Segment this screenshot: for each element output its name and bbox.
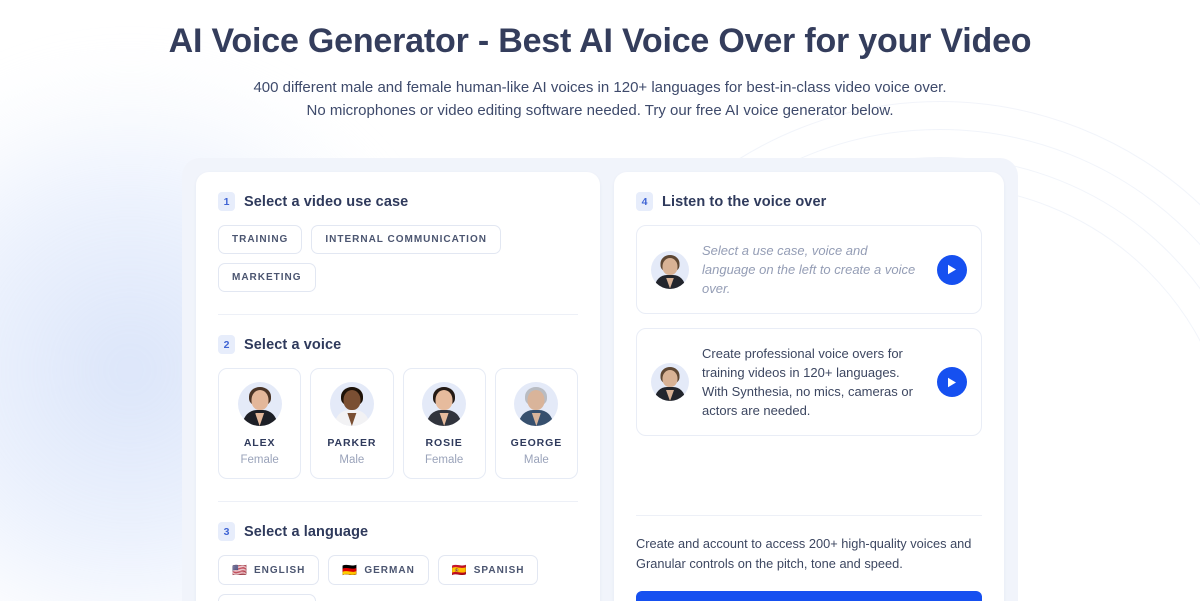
flag-us-icon: 🇺🇸 xyxy=(232,563,247,577)
language-label: GERMAN xyxy=(364,564,415,576)
play-icon xyxy=(948,264,956,275)
language-options: 🇺🇸 ENGLISH 🇩🇪 GERMAN 🇪🇸 SPANISH 🇫🇷 FRENC… xyxy=(218,555,578,601)
cta-note-line-1: Create and account to access 200+ high-q… xyxy=(636,536,972,551)
hero-section: AI Voice Generator - Best AI Voice Over … xyxy=(0,0,1200,122)
language-option-spanish[interactable]: 🇪🇸 SPANISH xyxy=(437,555,539,585)
voice-card-parker[interactable]: PARKER Male xyxy=(310,368,394,479)
language-option-french[interactable]: 🇫🇷 FRENCH xyxy=(218,594,316,601)
voice-card-rosie[interactable]: ROSIE Female xyxy=(402,368,486,479)
voice-card-george[interactable]: GEORGE Male xyxy=(494,368,578,479)
hero-subtitle-line-1: 400 different male and female human-like… xyxy=(253,79,947,96)
hero-subtitle-line-2: No microphones or video editing software… xyxy=(306,102,894,119)
page-title: AI Voice Generator - Best AI Voice Over … xyxy=(168,22,1032,60)
use-case-options: TRAINING INTERNAL COMMUNICATION MARKETIN… xyxy=(218,225,578,292)
step-2-number-badge: 2 xyxy=(218,335,235,354)
left-panel: 1 Select a video use case TRAINING INTER… xyxy=(196,172,600,601)
step-4-title: Listen to the voice over xyxy=(662,193,827,210)
right-panel: 4 Listen to the voice over Select a use … xyxy=(614,172,1004,601)
step-2-header: 2 Select a voice xyxy=(218,335,578,354)
voice-gender: Male xyxy=(339,454,365,466)
avatar xyxy=(237,382,282,426)
language-label: ENGLISH xyxy=(253,564,306,576)
avatar xyxy=(514,382,559,426)
divider-3 xyxy=(636,515,982,516)
avatar xyxy=(329,382,374,426)
language-label: SPANISH xyxy=(473,564,525,576)
step-3-title: Select a language xyxy=(244,523,369,540)
avatar xyxy=(651,250,689,289)
play-button[interactable] xyxy=(937,367,967,397)
voice-name: PARKER xyxy=(327,437,377,449)
voice-gender: Female xyxy=(424,454,464,466)
cta-note: Create and account to access 200+ high-q… xyxy=(636,534,982,574)
flag-de-icon: 🇩🇪 xyxy=(342,563,358,577)
step-3-number-badge: 3 xyxy=(218,522,235,541)
step-2-title: Select a voice xyxy=(244,336,342,353)
voiceover-placeholder-text: Select a use case, voice and language on… xyxy=(702,243,916,296)
voice-card-alex[interactable]: ALEX Female xyxy=(218,368,302,479)
divider-1 xyxy=(218,314,578,315)
language-option-german[interactable]: 🇩🇪 GERMAN xyxy=(328,555,429,585)
step-4-header: 4 Listen to the voice over xyxy=(636,192,982,211)
flag-es-icon: 🇪🇸 xyxy=(451,563,467,577)
voice-options: ALEX Female PARKER Male ROSIE Female GEO… xyxy=(218,368,578,479)
step-1-title: Select a video use case xyxy=(244,193,409,210)
voiceover-card-placeholder: Select a use case, voice and language on… xyxy=(636,225,982,314)
step-1-number-badge: 1 xyxy=(218,192,235,211)
voiceover-card-sample: Create professional voice overs for trai… xyxy=(636,328,982,436)
language-option-english[interactable]: 🇺🇸 ENGLISH xyxy=(218,555,320,585)
avatar xyxy=(651,363,689,401)
play-button[interactable] xyxy=(937,254,967,285)
cta-note-line-2: Granular controls on the pitch, tone and… xyxy=(636,556,903,571)
voice-gender: Male xyxy=(523,454,549,466)
play-icon xyxy=(948,377,956,387)
voice-name: ROSIE xyxy=(425,437,463,449)
voiceover-sample-text: Create professional voice overs for trai… xyxy=(702,346,913,418)
divider-2 xyxy=(218,501,578,502)
voice-name: GEORGE xyxy=(510,437,563,449)
use-case-option-training[interactable]: TRAINING xyxy=(218,225,303,254)
create-account-button[interactable]: Create an account xyxy=(636,591,982,601)
step-1-header: 1 Select a video use case xyxy=(218,192,578,211)
voice-name: ALEX xyxy=(243,437,276,449)
voice-generator-widget: 1 Select a video use case TRAINING INTER… xyxy=(182,158,1018,601)
step-3-header: 3 Select a language xyxy=(218,522,578,541)
hero-subtitle: 400 different male and female human-like… xyxy=(0,76,1200,122)
voice-gender: Female xyxy=(240,454,279,466)
use-case-option-internal-communication[interactable]: INTERNAL COMMUNICATION xyxy=(311,225,501,254)
step-4-number-badge: 4 xyxy=(636,192,653,211)
use-case-option-marketing[interactable]: MARKETING xyxy=(218,263,316,292)
avatar xyxy=(422,382,467,426)
